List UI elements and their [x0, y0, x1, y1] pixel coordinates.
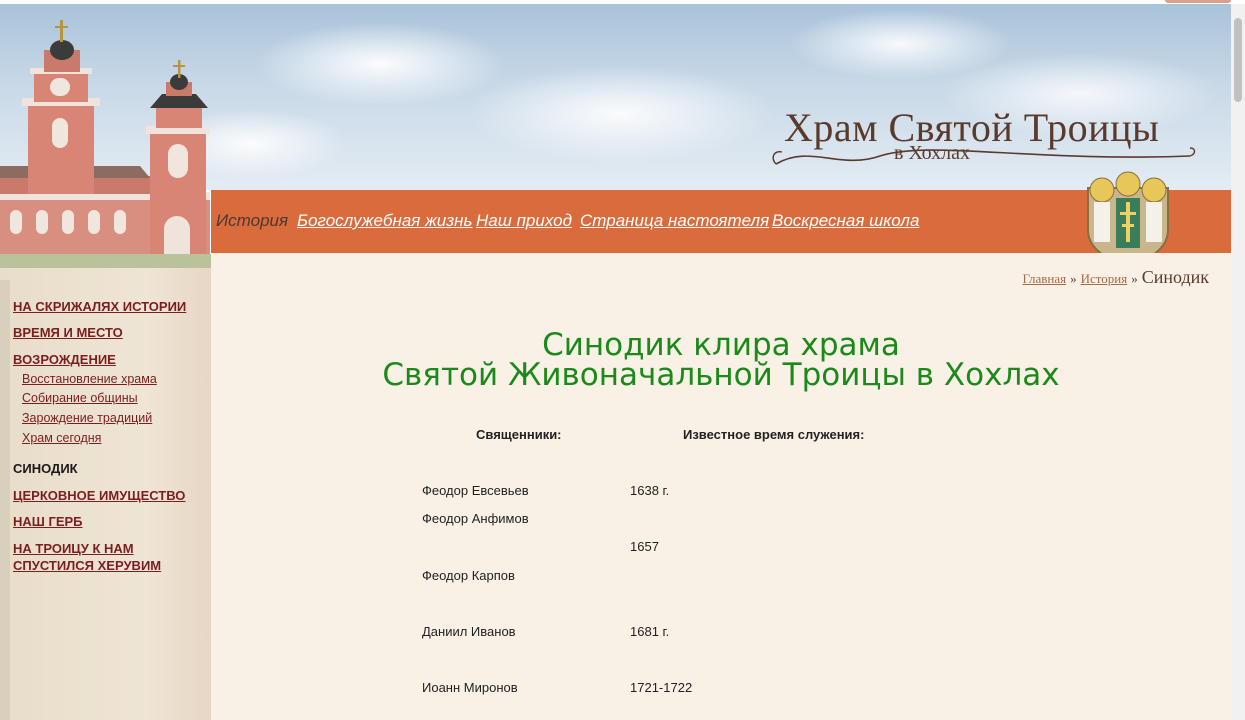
breadcrumb-current: Синодик	[1141, 267, 1209, 287]
sidebar-edge	[0, 280, 10, 720]
main-content: Главная » История » Синодик Синодик клир…	[211, 253, 1231, 720]
sidebar-item-church-property[interactable]: ЦЕРКОВНОЕ ИМУЩЕСТВО	[13, 488, 185, 503]
table-cell-name: Иоанн Миронов	[422, 680, 518, 695]
table-cell-time: 1681 г.	[630, 624, 670, 639]
sidebar-subitem-traditions[interactable]: Зарождение традиций	[22, 411, 152, 425]
sidebar-item-revival[interactable]: ВОЗРОЖДЕНИЕ	[13, 352, 116, 367]
column-header-priests: Священники:	[476, 427, 562, 442]
breadcrumb-history-link[interactable]: История	[1081, 271, 1128, 286]
table-cell-name: Даниил Иванов	[422, 624, 516, 639]
church-illustration-icon	[0, 20, 214, 268]
sidebar-item-coat-of-arms[interactable]: НАШ ГЕРБ	[13, 514, 83, 529]
sidebar-item-tablets-of-history[interactable]: НА СКРИЖАЛЯХ ИСТОРИИ	[13, 299, 186, 314]
table-cell-name: Феодор Анфимов	[422, 511, 529, 526]
nav-item-parish[interactable]: Наш приход	[476, 211, 572, 231]
table-cell-time: 1638 г.	[630, 483, 670, 498]
nav-item-worship[interactable]: Богослужебная жизнь	[297, 211, 472, 231]
logo-title: Храм Святой Троицы	[784, 105, 1160, 150]
table-cell-time: 1721-1722	[630, 680, 693, 695]
table-cell-name: Феодор Евсевьев	[422, 483, 529, 498]
breadcrumb-separator: »	[1070, 271, 1077, 286]
table-cell-time: 1657	[630, 539, 659, 554]
parish-emblem-icon	[1087, 171, 1169, 266]
site-logo[interactable]: Храм Святой Троицы в Хохлах	[770, 104, 1200, 172]
breadcrumb-separator: »	[1131, 271, 1138, 286]
sidebar-item-synodik[interactable]: СИНОДИК	[13, 461, 78, 476]
column-header-service-time: Известное время служения:	[683, 427, 865, 442]
sidebar-subitem-church-today[interactable]: Храм сегодня	[22, 431, 101, 445]
nav-item-rector-page[interactable]: Страница настоятеля	[580, 211, 769, 231]
breadcrumb: Главная » История » Синодик	[1022, 267, 1209, 288]
nav-item-sunday-school[interactable]: Воскресная школа	[772, 211, 919, 231]
sidebar-item-cherub-line2[interactable]: СПУСТИЛСЯ ХЕРУВИМ	[13, 558, 161, 573]
nav-item-history[interactable]: История	[216, 211, 288, 231]
main-navigation: История Богослужебная жизнь Наш приход С…	[211, 190, 1231, 253]
scrollbar-thumb[interactable]	[1234, 18, 1242, 102]
page-scrollbar[interactable]	[1231, 4, 1245, 720]
page-title-line2: Святой Живоначальной Троицы в Хохлах	[382, 357, 1060, 393]
sidebar-item-cherub-line1[interactable]: НА ТРОИЦУ К НАМ	[13, 541, 134, 556]
sidebar-subitem-restoration[interactable]: Восстановление храма	[22, 372, 157, 386]
top-button-edge	[1165, 0, 1231, 3]
table-cell-name: Феодор Карпов	[422, 568, 515, 583]
sidebar-item-time-and-place[interactable]: ВРЕМЯ И МЕСТО	[13, 325, 123, 340]
sidebar-subitem-community[interactable]: Собирание общины	[22, 391, 138, 405]
logo-subtitle: в Хохлах	[894, 142, 970, 164]
breadcrumb-home-link[interactable]: Главная	[1022, 271, 1066, 286]
